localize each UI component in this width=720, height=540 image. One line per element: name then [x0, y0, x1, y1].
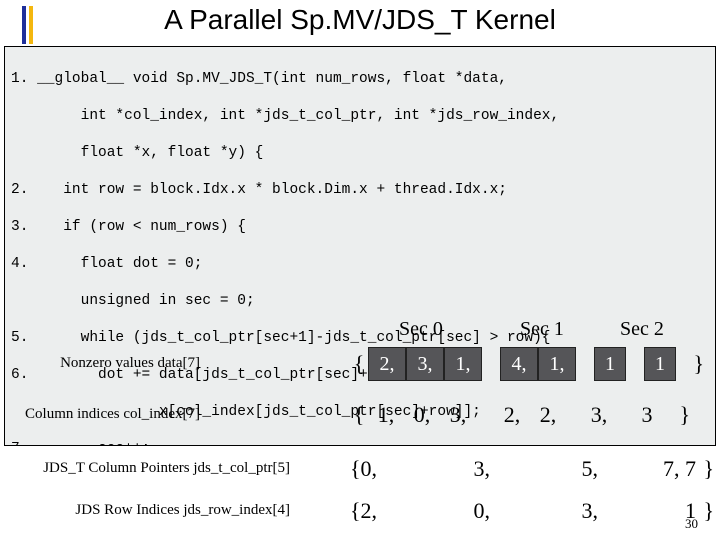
cell: 3, [440, 399, 476, 431]
row-values: { 2, 3, 1, 4, 1, 1 1 } [350, 347, 704, 381]
code-line: 1. __global__ void Sp.MV_JDS_T(int num_r… [11, 70, 709, 89]
cell: 0, [382, 495, 498, 527]
code-line: 4. float dot = 0; [11, 255, 709, 274]
gap [482, 348, 500, 380]
page-number: 30 [685, 516, 698, 532]
cell: 1, [368, 399, 404, 431]
row-values: {2, 0, 3, 1 } [350, 494, 714, 528]
slide-title: A Parallel Sp.MV/JDS_T Kernel [0, 4, 720, 36]
cell: 2, [530, 399, 566, 431]
row-values: {0, 3, 5, 7, 7 } [350, 452, 714, 486]
sec1-label: Sec 1 [520, 318, 564, 341]
brace-close: } [696, 453, 714, 485]
brace-close: } [676, 348, 704, 380]
code-block: 1. __global__ void Sp.MV_JDS_T(int num_r… [4, 46, 716, 446]
cell: 3, [382, 453, 498, 485]
cell: 3, [498, 495, 606, 527]
cell: 3, [406, 347, 444, 381]
brace-open: {0, [350, 453, 382, 485]
sec2-label: Sec 2 [620, 318, 664, 341]
row-label: Nonzero values data[7] [60, 355, 200, 372]
cell: 3 [632, 399, 662, 431]
cell: 1 [644, 347, 676, 381]
cell: 2, [368, 347, 406, 381]
code-line: unsigned in sec = 0; [11, 292, 709, 311]
cell: 0, [404, 399, 440, 431]
gap [476, 399, 494, 431]
code-line: int *col_index, int *jds_t_col_ptr, int … [11, 107, 709, 126]
gap [566, 399, 584, 431]
cell: 5, [498, 453, 606, 485]
cell: 1 [594, 347, 626, 381]
cell: 1, [444, 347, 482, 381]
row-label: JDS_T Column Pointers jds_t_col_ptr[5] [43, 460, 290, 477]
code-line: float *x, float *y) { [11, 144, 709, 163]
gap [626, 348, 644, 380]
brace-open: {2, [350, 495, 382, 527]
brace-close: } [696, 495, 714, 527]
brace-open: { [350, 351, 368, 377]
title-bar: A Parallel Sp.MV/JDS_T Kernel [0, 0, 720, 44]
cell: 3, [584, 399, 614, 431]
cell: 2, [494, 399, 530, 431]
cell: 7, 7 [606, 453, 696, 485]
row-label: JDS Row Indices jds_row_index[4] [75, 502, 290, 519]
gap [614, 399, 632, 431]
gap [576, 348, 594, 380]
row-values: { 1, 0, 3, 2, 2, 3, 3 } [350, 398, 690, 432]
sec0-label: Sec 0 [399, 318, 443, 341]
cell: 1, [538, 347, 576, 381]
cell: 1 [606, 495, 696, 527]
code-line: 3. if (row < num_rows) { [11, 218, 709, 237]
code-line: 2. int row = block.Idx.x * block.Dim.x +… [11, 181, 709, 200]
row-label: Column indices col_index[7] [25, 406, 200, 423]
code-line: 5. while (jds_t_col_ptr[sec+1]-jds_t_col… [11, 329, 709, 348]
code-line: 7. sec++; [11, 440, 709, 446]
cell: 4, [500, 347, 538, 381]
brace-close: } [662, 399, 690, 431]
brace-open: { [350, 402, 368, 428]
